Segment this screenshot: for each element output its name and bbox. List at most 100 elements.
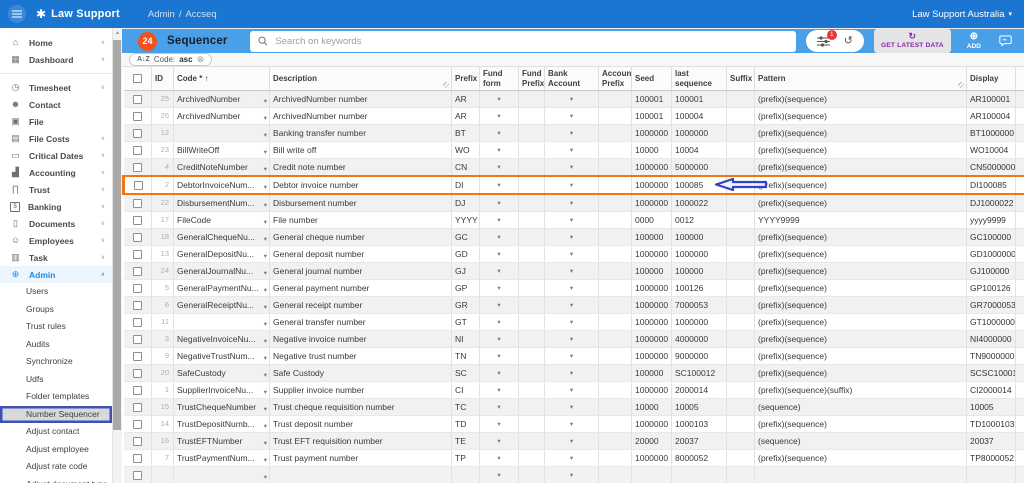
bank-account-cell[interactable]: ▾ bbox=[545, 194, 599, 212]
code-cell[interactable]: ArchivedNumber▾ bbox=[174, 90, 270, 107]
fund-prefix-cell[interactable] bbox=[519, 449, 545, 466]
suffix-cell[interactable] bbox=[727, 211, 755, 228]
fund-form-cell[interactable]: ▾ bbox=[480, 124, 519, 141]
fund-form-cell[interactable]: ▾ bbox=[480, 364, 519, 381]
fund-prefix-cell[interactable] bbox=[519, 124, 545, 141]
menu-icon[interactable] bbox=[8, 5, 26, 23]
seed-cell[interactable]: 100001 bbox=[632, 90, 672, 107]
dropdown-icon[interactable]: ▾ bbox=[570, 200, 573, 207]
dropdown-icon[interactable]: ▾ bbox=[264, 267, 267, 280]
dropdown-icon[interactable]: ▾ bbox=[497, 353, 500, 360]
last-sequence-cell[interactable]: 9000000 bbox=[672, 347, 727, 364]
sidebar-item-critical-dates[interactable]: ▭Critical Dates∨ bbox=[0, 147, 112, 164]
dropdown-icon[interactable]: ▾ bbox=[570, 455, 573, 462]
dropdown-icon[interactable]: ▾ bbox=[497, 113, 500, 120]
dropdown-icon[interactable]: ▾ bbox=[497, 421, 500, 428]
fund-form-cell[interactable]: ▾ bbox=[480, 245, 519, 262]
last-sequence-cell[interactable]: 10005 bbox=[672, 398, 727, 415]
dropdown-icon[interactable]: ▾ bbox=[570, 302, 573, 309]
sidebar-item-synchronize[interactable]: Synchronize bbox=[0, 353, 112, 371]
seed-cell[interactable]: 10000 bbox=[632, 141, 672, 158]
col-header-suffix[interactable]: Suffix bbox=[727, 67, 755, 90]
code-cell[interactable]: TrustChequeNumber▾ bbox=[174, 398, 270, 415]
dropdown-icon[interactable]: ▾ bbox=[264, 352, 267, 365]
last-sequence-cell[interactable]: 0012 bbox=[672, 211, 727, 228]
dropdown-icon[interactable]: ▾ bbox=[497, 404, 500, 411]
sidebar-item-file[interactable]: ▣File bbox=[0, 113, 112, 130]
code-cell[interactable]: TrustEFTNumber▾ bbox=[174, 432, 270, 449]
last-sequence-cell[interactable]: 100001 bbox=[672, 90, 727, 107]
suffix-cell[interactable] bbox=[727, 262, 755, 279]
dropdown-icon[interactable]: ▾ bbox=[497, 234, 500, 241]
prefix-cell[interactable]: CN bbox=[452, 158, 480, 176]
suffix-cell[interactable] bbox=[727, 313, 755, 330]
dropdown-icon[interactable]: ▾ bbox=[497, 387, 500, 394]
description-cell[interactable]: ArchivedNumber number bbox=[270, 90, 452, 107]
last-sequence-cell[interactable]: 100126 bbox=[672, 279, 727, 296]
code-cell[interactable]: CreditNoteNumber▾ bbox=[174, 158, 270, 176]
dropdown-icon[interactable]: ▾ bbox=[570, 353, 573, 360]
row-checkbox[interactable] bbox=[133, 146, 142, 155]
col-header-fund-prefix[interactable]: Fund Prefix bbox=[519, 67, 545, 90]
breadcrumb-section[interactable]: Admin bbox=[148, 9, 175, 20]
description-cell[interactable]: Supplier invoice number bbox=[270, 381, 452, 398]
row-checkbox[interactable] bbox=[133, 301, 142, 310]
fund-form-cell[interactable]: ▾ bbox=[480, 330, 519, 347]
sidebar-item-admin[interactable]: ⊕Admin∧ bbox=[0, 266, 112, 283]
description-cell[interactable]: Trust payment number bbox=[270, 449, 452, 466]
sidebar-item-adjust-contact[interactable]: Adjust contact bbox=[0, 423, 112, 441]
col-header-description[interactable]: Description bbox=[270, 67, 452, 90]
pattern-cell[interactable]: (prefix)(sequence) bbox=[755, 415, 967, 432]
seed-cell[interactable]: 1000000 bbox=[632, 347, 672, 364]
row-checkbox[interactable] bbox=[133, 318, 142, 327]
account-prefix-cell[interactable] bbox=[599, 124, 632, 141]
sidebar-item-adjust-employee[interactable]: Adjust employee bbox=[0, 441, 112, 459]
bank-account-cell[interactable]: ▾ bbox=[545, 90, 599, 107]
suffix-cell[interactable] bbox=[727, 124, 755, 141]
sidebar-item-employees[interactable]: ☺Employees∨ bbox=[0, 232, 112, 249]
prefix-cell[interactable]: TN bbox=[452, 347, 480, 364]
dropdown-icon[interactable]: ▾ bbox=[497, 251, 500, 258]
pattern-cell[interactable]: (prefix)(sequence) bbox=[755, 194, 967, 212]
fund-form-cell[interactable]: ▾ bbox=[480, 415, 519, 432]
col-header-code[interactable]: Code * ↑ bbox=[174, 67, 270, 90]
sidebar-item-udfs[interactable]: Udfs bbox=[0, 371, 112, 389]
row-checkbox[interactable] bbox=[133, 267, 142, 276]
description-cell[interactable]: General journal number bbox=[270, 262, 452, 279]
bank-account-cell[interactable]: ▾ bbox=[545, 296, 599, 313]
account-prefix-cell[interactable] bbox=[599, 279, 632, 296]
fund-prefix-cell[interactable] bbox=[519, 245, 545, 262]
prefix-cell[interactable]: AR bbox=[452, 107, 480, 124]
fund-form-cell[interactable]: ▾ bbox=[480, 381, 519, 398]
account-prefix-cell[interactable] bbox=[599, 347, 632, 364]
bank-account-cell[interactable]: ▾ bbox=[545, 176, 599, 194]
description-cell[interactable]: Negative invoice number bbox=[270, 330, 452, 347]
pattern-cell[interactable]: (prefix)(sequence) bbox=[755, 364, 967, 381]
filter-tune-icon[interactable]: 1 bbox=[817, 36, 830, 47]
fund-prefix-cell[interactable] bbox=[519, 158, 545, 176]
pattern-cell[interactable]: (prefix)(sequence) bbox=[755, 228, 967, 245]
fund-prefix-cell[interactable] bbox=[519, 296, 545, 313]
suffix-cell[interactable] bbox=[727, 279, 755, 296]
code-cell[interactable]: FileCode▾ bbox=[174, 211, 270, 228]
sidebar-item-trust-rules[interactable]: Trust rules bbox=[0, 318, 112, 336]
prefix-cell[interactable]: NI bbox=[452, 330, 480, 347]
dropdown-icon[interactable]: ▾ bbox=[264, 95, 267, 108]
account-prefix-cell[interactable] bbox=[599, 313, 632, 330]
code-cell[interactable]: NegativeInvoiceNu...▾ bbox=[174, 330, 270, 347]
last-sequence-cell[interactable]: 7000053 bbox=[672, 296, 727, 313]
pattern-cell[interactable]: (prefix)(sequence) bbox=[755, 279, 967, 296]
prefix-cell[interactable]: TP bbox=[452, 449, 480, 466]
dropdown-icon[interactable]: ▾ bbox=[570, 268, 573, 275]
dropdown-icon[interactable]: ▾ bbox=[264, 233, 267, 246]
prefix-cell[interactable]: GP bbox=[452, 279, 480, 296]
fund-prefix-cell[interactable] bbox=[519, 347, 545, 364]
fund-prefix-cell[interactable] bbox=[519, 176, 545, 194]
fund-form-cell[interactable]: ▾ bbox=[480, 432, 519, 449]
suffix-cell[interactable] bbox=[727, 432, 755, 449]
fund-prefix-cell[interactable] bbox=[519, 107, 545, 124]
prefix-cell[interactable]: WO bbox=[452, 141, 480, 158]
suffix-cell[interactable] bbox=[727, 90, 755, 107]
dropdown-icon[interactable]: ▾ bbox=[497, 472, 500, 479]
code-cell[interactable]: GeneralPaymentNu...▾ bbox=[174, 279, 270, 296]
